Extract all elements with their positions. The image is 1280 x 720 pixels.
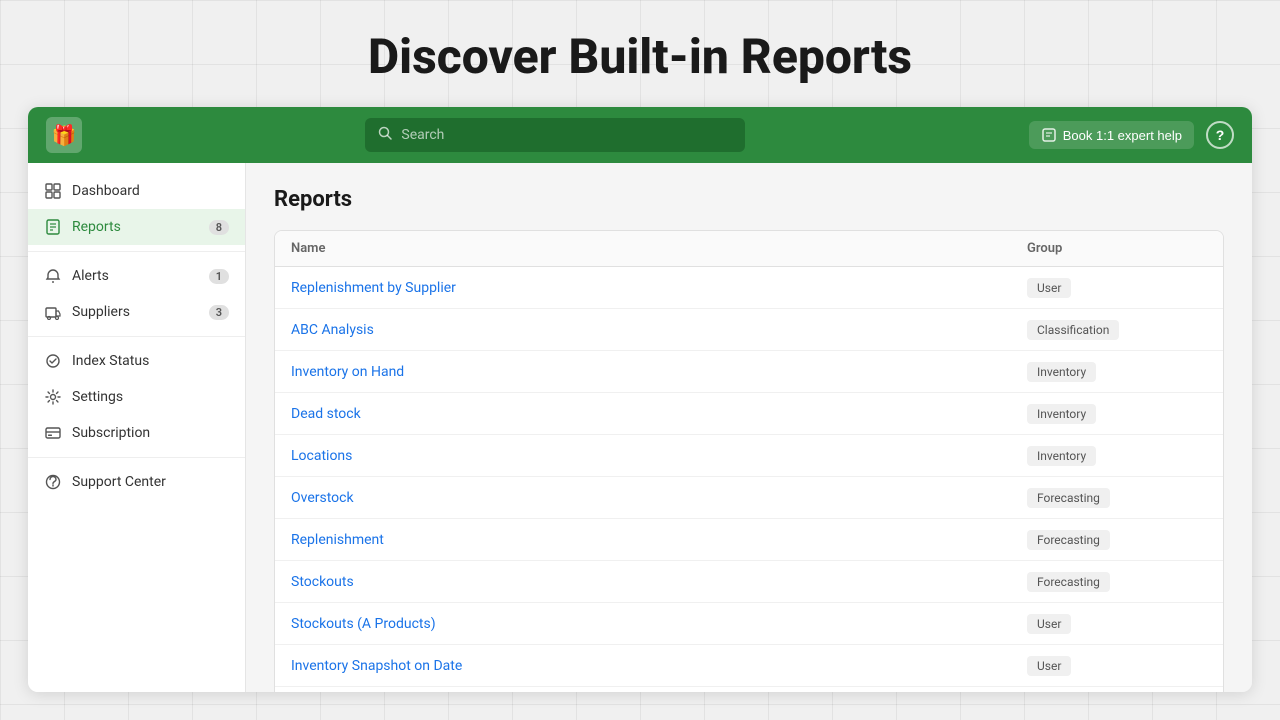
report-group-cell: Forecasting bbox=[1027, 487, 1207, 508]
sidebar-suppliers-label: Suppliers bbox=[72, 304, 199, 320]
app-shell: 🎁 Search bbox=[28, 107, 1252, 692]
dashboard-icon bbox=[44, 182, 62, 200]
sidebar-dashboard-label: Dashboard bbox=[72, 183, 229, 199]
sidebar-item-index-status[interactable]: Index Status bbox=[28, 343, 245, 379]
table-row: Dead stockInventory bbox=[275, 393, 1223, 435]
table-row: ReplenishmentForecasting bbox=[275, 519, 1223, 561]
table-row: ABC AnalysisClassification bbox=[275, 309, 1223, 351]
sidebar-settings-label: Settings bbox=[72, 389, 229, 405]
group-badge: Inventory bbox=[1027, 404, 1096, 424]
group-badge: User bbox=[1027, 656, 1071, 676]
report-group-cell: Inventory bbox=[1027, 361, 1207, 382]
table-row: OverstockForecasting bbox=[275, 477, 1223, 519]
sidebar-divider-3 bbox=[28, 457, 245, 458]
report-name-link[interactable]: Overstock bbox=[291, 490, 1027, 506]
search-icon bbox=[377, 125, 393, 145]
table-row: LocationsInventory bbox=[275, 435, 1223, 477]
reports-icon bbox=[44, 218, 62, 236]
sidebar-reports-label: Reports bbox=[72, 219, 199, 235]
sidebar-item-dashboard[interactable]: Dashboard bbox=[28, 173, 245, 209]
group-badge: Classification bbox=[1027, 320, 1119, 340]
column-group-header: Group bbox=[1027, 241, 1207, 256]
sidebar-item-settings[interactable]: Settings bbox=[28, 379, 245, 415]
subscription-icon bbox=[44, 424, 62, 442]
main-area: Dashboard Reports 8 bbox=[28, 163, 1252, 692]
index-status-icon bbox=[44, 352, 62, 370]
sidebar-item-alerts[interactable]: Alerts 1 bbox=[28, 258, 245, 294]
sidebar-subscription-label: Subscription bbox=[72, 425, 229, 441]
report-name-link[interactable]: Locations bbox=[291, 448, 1027, 464]
table-row: Stockouts (A Products)User bbox=[275, 603, 1223, 645]
group-badge: User bbox=[1027, 278, 1071, 298]
group-badge: Forecasting bbox=[1027, 572, 1110, 592]
report-group-cell: User bbox=[1027, 613, 1207, 634]
sidebar-alerts-badge: 1 bbox=[209, 269, 229, 284]
sidebar-item-subscription[interactable]: Subscription bbox=[28, 415, 245, 451]
table-row: Replenishment by SupplierUser bbox=[275, 267, 1223, 309]
book-help-button[interactable]: Book 1:1 expert help bbox=[1029, 121, 1194, 149]
report-name-link[interactable]: Replenishment by Supplier bbox=[291, 280, 1027, 296]
page-title: Reports bbox=[274, 187, 1224, 212]
topbar: 🎁 Search bbox=[28, 107, 1252, 163]
search-placeholder: Search bbox=[401, 127, 444, 143]
search-input[interactable]: Search bbox=[365, 118, 745, 152]
search-container: Search bbox=[94, 118, 1017, 152]
report-name-link[interactable]: Stockouts (A Products) bbox=[291, 616, 1027, 632]
alerts-icon bbox=[44, 267, 62, 285]
sidebar-item-support-center[interactable]: Support Center bbox=[28, 464, 245, 500]
sidebar-suppliers-badge: 3 bbox=[209, 305, 229, 320]
report-group-cell: Forecasting bbox=[1027, 529, 1207, 550]
sidebar-item-reports[interactable]: Reports 8 bbox=[28, 209, 245, 245]
report-name-link[interactable]: Dead stock bbox=[291, 406, 1027, 422]
report-group-cell: Classification bbox=[1027, 319, 1207, 340]
sidebar-support-label: Support Center bbox=[72, 474, 229, 490]
group-badge: Forecasting bbox=[1027, 488, 1110, 508]
app-logo: 🎁 bbox=[46, 117, 82, 153]
table-row: StockoutsForecasting bbox=[275, 561, 1223, 603]
sidebar: Dashboard Reports 8 bbox=[28, 163, 246, 692]
book-help-label: Book 1:1 expert help bbox=[1063, 128, 1182, 143]
report-group-cell: User bbox=[1027, 277, 1207, 298]
suppliers-icon bbox=[44, 303, 62, 321]
topbar-actions: Book 1:1 expert help ? bbox=[1029, 121, 1234, 149]
content-area: Reports Name Group Replenishment by Supp… bbox=[246, 163, 1252, 692]
table-row: Inventory on HandInventory bbox=[275, 351, 1223, 393]
settings-icon bbox=[44, 388, 62, 406]
report-name-link[interactable]: Inventory Snapshot on Date bbox=[291, 658, 1027, 674]
sidebar-item-suppliers[interactable]: Suppliers 3 bbox=[28, 294, 245, 330]
table-row: Inventory Snapshot on DateUser bbox=[275, 645, 1223, 687]
sidebar-alerts-label: Alerts bbox=[72, 268, 199, 284]
group-badge: User bbox=[1027, 614, 1071, 634]
report-name-link[interactable]: Stockouts bbox=[291, 574, 1027, 590]
group-badge: Forecasting bbox=[1027, 530, 1110, 550]
report-name-link[interactable]: ABC Analysis bbox=[291, 322, 1027, 338]
report-group-cell: Forecasting bbox=[1027, 571, 1207, 592]
report-name-link[interactable]: Inventory on Hand bbox=[291, 364, 1027, 380]
group-badge: Inventory bbox=[1027, 362, 1096, 382]
group-badge: Inventory bbox=[1027, 446, 1096, 466]
sidebar-index-status-label: Index Status bbox=[72, 353, 229, 369]
report-group-cell: Inventory bbox=[1027, 445, 1207, 466]
support-icon bbox=[44, 473, 62, 491]
hero-title: Discover Built-in Reports bbox=[0, 0, 1280, 107]
table-header: Name Group bbox=[275, 231, 1223, 267]
report-name-link[interactable]: Replenishment bbox=[291, 532, 1027, 548]
sidebar-reports-badge: 8 bbox=[209, 220, 229, 235]
report-group-cell: Inventory bbox=[1027, 403, 1207, 424]
help-button[interactable]: ? bbox=[1206, 121, 1234, 149]
table-row: Cost & MarginUser bbox=[275, 687, 1223, 692]
sidebar-divider-2 bbox=[28, 336, 245, 337]
reports-table: Name Group Replenishment by SupplierUser… bbox=[274, 230, 1224, 692]
report-group-cell: User bbox=[1027, 655, 1207, 676]
column-name-header: Name bbox=[291, 241, 1027, 256]
table-body: Replenishment by SupplierUserABC Analysi… bbox=[275, 267, 1223, 692]
sidebar-divider-1 bbox=[28, 251, 245, 252]
